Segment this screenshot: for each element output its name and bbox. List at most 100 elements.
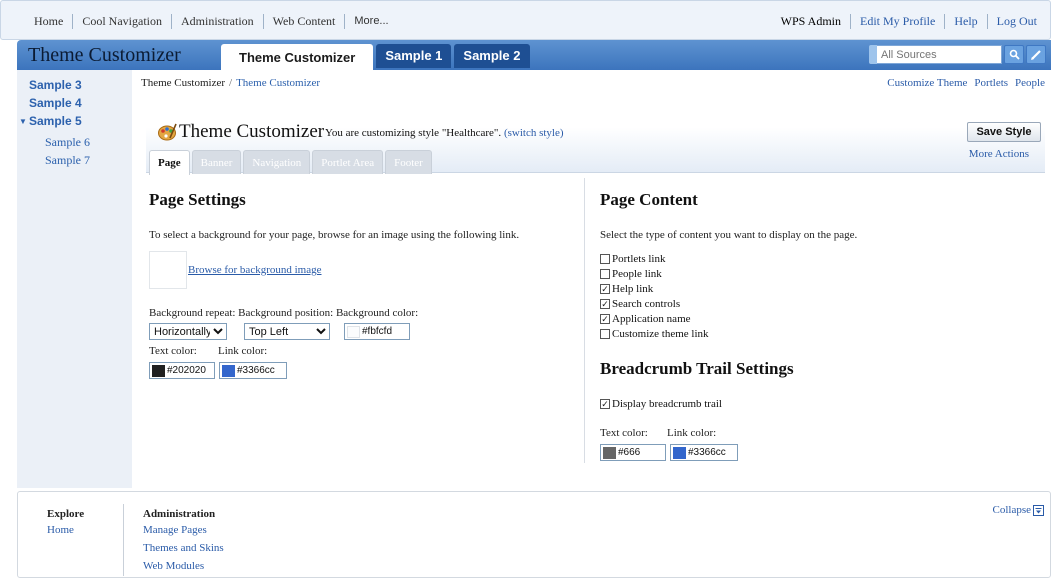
main-tabs: Theme Customizer Sample 1 Sample 2 [221, 44, 533, 70]
background-preview [149, 251, 187, 289]
link-color-value: #3366cc [237, 365, 275, 376]
checkbox-checked[interactable]: ✓ [600, 399, 610, 409]
save-style-button[interactable]: Save Style [967, 122, 1041, 142]
user-links: WPS Admin Edit My Profile Help Log Out [772, 1, 1046, 41]
background-labels: Background repeat: Background position: … [149, 307, 419, 319]
checkbox[interactable] [600, 329, 610, 339]
footer-manage-pages-link[interactable]: Manage Pages [143, 524, 207, 536]
page-content-heading: Page Content [600, 190, 698, 209]
edit-profile-link[interactable]: Edit My Profile [850, 13, 944, 29]
sidebar-item-sample-3[interactable]: Sample 3 [29, 78, 82, 92]
browse-background-link[interactable]: Browse for background image [188, 264, 322, 276]
footer-collapse-button[interactable]: Collapse [992, 504, 1044, 516]
breadcrumb-root[interactable]: Theme Customizer [141, 77, 225, 89]
checkbox-label: Portlets link [612, 253, 666, 265]
top-nav-cool-navigation[interactable]: Cool Navigation [72, 13, 171, 29]
side-navigation: Sample 3 Sample 4 ▼ Sample 5 Sample 6 Sa… [17, 70, 132, 488]
checkbox[interactable] [600, 269, 610, 279]
customize-theme-link[interactable]: Customize Theme [887, 77, 967, 89]
page-settings-section: Page Settings To select a background for… [149, 178, 579, 463]
breadcrumb-settings-heading: Breadcrumb Trail Settings [600, 359, 794, 378]
text-color-swatch [152, 364, 165, 377]
tab-page[interactable]: Page [149, 150, 190, 175]
banner: Theme Customizer Theme Customizer Sample… [17, 40, 1051, 70]
footer-divider [123, 504, 124, 576]
sidebar-item-sample-4[interactable]: Sample 4 [29, 96, 82, 110]
help-link[interactable]: Help [944, 13, 986, 29]
background-repeat-select[interactable]: Horizontally [149, 323, 227, 340]
style-info-text: You are customizing style "Healthcare". [325, 127, 502, 139]
more-actions-link[interactable]: More Actions [969, 148, 1029, 160]
display-breadcrumb-option[interactable]: ✓ Display breadcrumb trail [600, 398, 722, 410]
column-divider [584, 178, 585, 463]
breadcrumb-link-color-swatch [673, 446, 686, 459]
palette-icon [158, 123, 177, 141]
customizer-tabs: Page Banner Navigation Portlet Area Foot… [149, 150, 434, 175]
checkbox-checked[interactable]: ✓ [600, 284, 610, 294]
top-nav-links: Home Cool Navigation Administration Web … [27, 1, 398, 41]
content-option-customize-theme-link[interactable]: Customize theme link [600, 328, 709, 340]
content-option-people-link[interactable]: People link [600, 268, 662, 280]
breadcrumb: Theme Customizer / Theme Customizer [141, 77, 320, 89]
background-color-value: #fbfcfd [362, 326, 393, 337]
tab-theme-customizer[interactable]: Theme Customizer [221, 44, 374, 70]
tab-navigation[interactable]: Navigation [243, 150, 311, 174]
background-position-select[interactable]: Top Left [244, 323, 330, 340]
customizer-title: Theme Customizer [179, 121, 325, 142]
search-button[interactable] [1004, 45, 1024, 64]
theme-customizer-panel: Theme Customizer You are customizing sty… [141, 108, 1051, 463]
content-option-help-link[interactable]: ✓ Help link [600, 283, 653, 295]
checkbox[interactable] [600, 254, 610, 264]
site-title: Theme Customizer [28, 44, 181, 66]
background-color-swatch [347, 325, 360, 338]
checkbox-checked[interactable]: ✓ [600, 299, 610, 309]
tab-sample-2[interactable]: Sample 2 [454, 44, 530, 68]
people-link[interactable]: People [1015, 77, 1045, 89]
footer-administration-title: Administration [143, 508, 216, 520]
logout-link[interactable]: Log Out [986, 13, 1046, 29]
search-input[interactable] [877, 45, 1002, 64]
collapse-label: Collapse [992, 504, 1032, 516]
portlets-link[interactable]: Portlets [974, 77, 1008, 89]
top-nav-web-content[interactable]: Web Content [262, 13, 345, 29]
breadcrumb-link-color-field[interactable]: #3366cc [670, 444, 738, 461]
footer-home-link[interactable]: Home [47, 524, 74, 536]
footer-web-modules-link[interactable]: Web Modules [143, 560, 204, 572]
sidebar-item-sample-7[interactable]: Sample 7 [45, 153, 90, 168]
breadcrumb-current[interactable]: Theme Customizer [236, 77, 320, 89]
current-user-name: WPS Admin [780, 13, 841, 28]
link-color-field[interactable]: #3366cc [219, 362, 287, 379]
top-nav-administration[interactable]: Administration [171, 13, 263, 29]
tab-footer[interactable]: Footer [385, 150, 432, 174]
breadcrumb-text-color-field[interactable]: #666 [600, 444, 666, 461]
edit-button[interactable] [1026, 45, 1046, 64]
text-color-value: #202020 [167, 365, 206, 376]
text-color-field[interactable]: #202020 [149, 362, 215, 379]
tab-portlet-area[interactable]: Portlet Area [312, 150, 384, 174]
checkbox-checked[interactable]: ✓ [600, 314, 610, 324]
content-option-portlets-link[interactable]: Portlets link [600, 253, 665, 265]
expanded-arrow-icon[interactable]: ▼ [19, 117, 27, 126]
text-color-label: Text color: [149, 345, 197, 357]
switch-style-link[interactable]: (switch style) [504, 127, 564, 139]
top-nav-home[interactable]: Home [27, 14, 72, 29]
tab-sample-1[interactable]: Sample 1 [376, 44, 452, 68]
breadcrumb-text-color-value: #666 [618, 447, 641, 458]
footer-explore-title: Explore [47, 508, 85, 520]
sidebar-item-sample-6[interactable]: Sample 6 [45, 135, 90, 150]
collapse-icon [1033, 504, 1044, 516]
top-nav-more[interactable]: More... [344, 13, 397, 29]
background-color-field[interactable]: #fbfcfd [344, 323, 410, 340]
tab-banner[interactable]: Banner [191, 150, 242, 174]
footer: Explore Home Administration Manage Pages… [17, 491, 1051, 578]
checkbox-label: Application name [612, 313, 691, 325]
sidebar-item-sample-5[interactable]: Sample 5 [29, 114, 82, 128]
search-scope-dropdown[interactable] [869, 45, 877, 64]
link-color-label: Link color: [218, 345, 268, 357]
page-settings-heading: Page Settings [149, 190, 246, 209]
breadcrumb-text-color-swatch [603, 446, 616, 459]
content-option-search-controls[interactable]: ✓ Search controls [600, 298, 680, 310]
footer-themes-skins-link[interactable]: Themes and Skins [143, 542, 224, 554]
page-settings-instruction: To select a background for your page, br… [149, 229, 520, 241]
content-option-application-name[interactable]: ✓ Application name [600, 313, 691, 325]
